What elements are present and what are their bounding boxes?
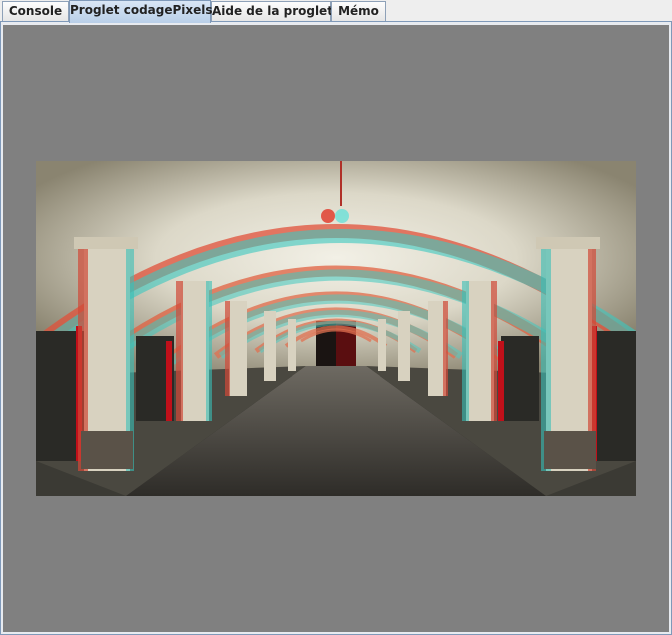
tab-proglet-codagepixels[interactable]: Proglet codagePixels: [69, 0, 213, 23]
tab-console[interactable]: Console: [2, 1, 69, 21]
application-window: Console Proglet codagePixels Aide de la …: [0, 0, 672, 635]
tab-content-panel: [0, 21, 672, 635]
tab-memo[interactable]: Mémo: [331, 1, 386, 21]
anaglyph-corridor-drawing: [36, 161, 636, 496]
tab-bar: Console Proglet codagePixels Aide de la …: [0, 0, 672, 23]
tab-aide-de-la-proglet[interactable]: Aide de la proglet: [211, 1, 333, 21]
pixel-canvas[interactable]: [3, 25, 669, 632]
anaglyph-image: [36, 161, 636, 496]
